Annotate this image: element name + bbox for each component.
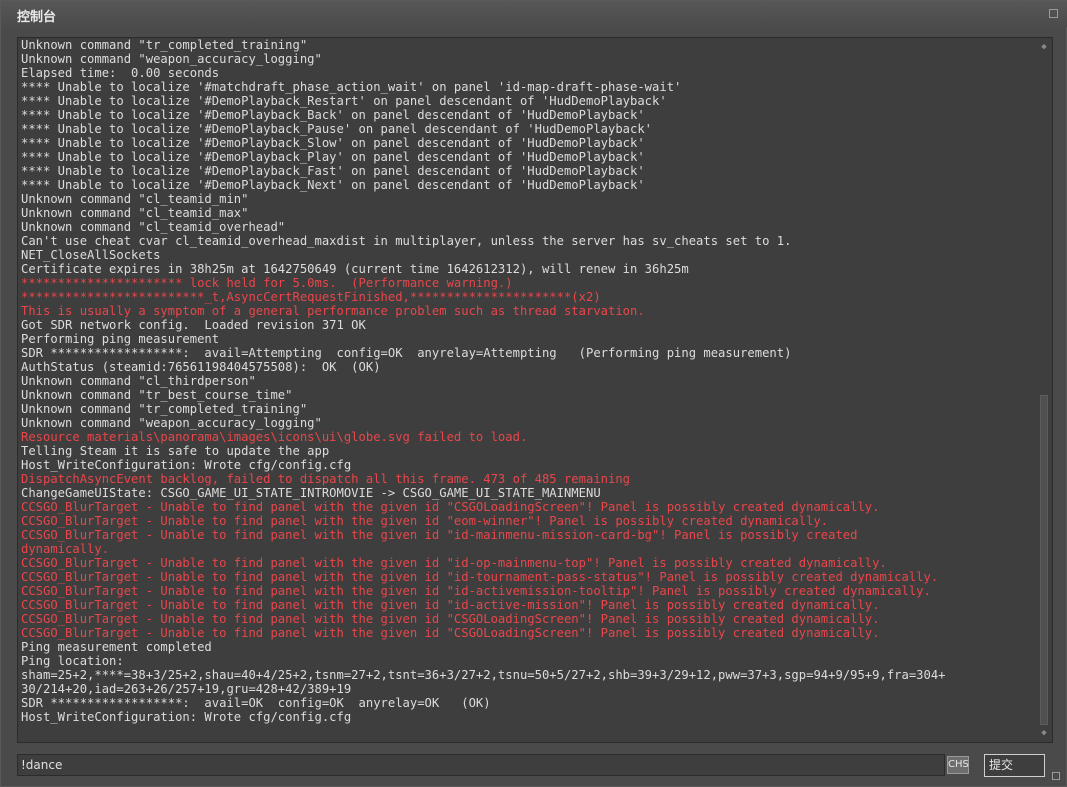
log-line-error: CCSGO_BlurTarget - Unable to find panel … [21,584,931,598]
log-line-error: CCSGO_BlurTarget - Unable to find panel … [21,612,880,626]
log-line: SDR ******************: avail=Attempting… [21,346,792,360]
log-line: Host_WriteConfiguration: Wrote cfg/confi… [21,458,352,472]
log-line: Got SDR network config. Loaded revision … [21,318,366,332]
log-line-error: Resource materials\panorama\images\icons… [21,430,528,444]
log-line: 30/214+20,iad=263+26/257+19,gru=428+42/3… [21,682,352,696]
log-line-error: CCSGO_BlurTarget - Unable to find panel … [21,598,880,612]
log-line: **** Unable to localize '#DemoPlayback_N… [21,178,645,192]
log-line-error: This is usually a symptom of a general p… [21,304,645,318]
log-line: **** Unable to localize '#DemoPlayback_P… [21,122,653,136]
log-line: Unknown command "tr_completed_training" [21,38,308,52]
log-line: Unknown command "weapon_accuracy_logging… [21,52,322,66]
log-line: **** Unable to localize '#DemoPlayback_B… [21,108,645,122]
log-line: sham=25+2,****=38+3/25+2,shau=40+4/25+2,… [21,668,946,682]
log-line-error: CCSGO_BlurTarget - Unable to find panel … [21,500,880,514]
ime-indicator[interactable]: CHS [947,756,969,774]
log-line: **** Unable to localize '#DemoPlayback_P… [21,150,645,164]
log-line: Unknown command "cl_teamid_min" [21,192,249,206]
log-line: **** Unable to localize '#DemoPlayback_S… [21,136,645,150]
log-line: **** Unable to localize '#DemoPlayback_R… [21,94,667,108]
command-input-value: !dance [21,758,63,772]
maximize-icon[interactable] [1049,9,1058,18]
scroll-thumb[interactable] [1040,395,1048,725]
log-line-error: CCSGO_BlurTarget - Unable to find panel … [21,528,858,542]
log-line: Unknown command "tr_best_course_time" [21,388,293,402]
log-line: Host_WriteConfiguration: Wrote cfg/confi… [21,710,352,724]
log-line: ChangeGameUIState: CSGO_GAME_UI_STATE_IN… [21,486,601,500]
log-line: **** Unable to localize '#DemoPlayback_F… [21,164,645,178]
command-input[interactable]: !dance [17,754,945,776]
log-line-error: DispatchAsyncEvent backlog, failed to di… [21,472,631,486]
log-line: Certificate expires in 38h25m at 1642750… [21,262,689,276]
log-line: Ping location: [21,654,124,668]
log-line-error: CCSGO_BlurTarget - Unable to find panel … [21,514,829,528]
log-line: Telling Steam it is safe to update the a… [21,444,330,458]
scroll-down-icon[interactable]: ◆ [1039,728,1049,738]
console-log[interactable]: Unknown command "tr_completed_training" U… [17,37,1053,743]
log-line: Can't use cheat cvar cl_teamid_overhead_… [21,234,792,248]
log-line: Unknown command "weapon_accuracy_logging… [21,416,322,430]
log-line: Unknown command "tr_completed_training" [21,402,308,416]
log-line: Performing ping measurement [21,332,220,346]
scroll-up-icon[interactable]: ◆ [1039,42,1049,52]
log-line-error: dynamically. [21,542,110,556]
log-line: **** Unable to localize '#matchdraft_pha… [21,80,682,94]
log-line: Ping measurement completed [21,640,212,654]
window-title: 控制台 [17,10,57,25]
log-line-error: CCSGO_BlurTarget - Unable to find panel … [21,626,880,640]
log-line: SDR ******************: avail=OK config=… [21,696,491,710]
log-line-error: CCSGO_BlurTarget - Unable to find panel … [21,556,887,570]
console-window: 控制台 Unknown command "tr_completed_traini… [0,0,1067,787]
log-line: AuthStatus (steamid:76561198404575508): … [21,360,381,374]
log-line-error: ********************** lock held for 5.0… [21,276,513,290]
log-line-error: CCSGO_BlurTarget - Unable to find panel … [21,570,939,584]
log-line: Unknown command "cl_teamid_max" [21,206,249,220]
title-bar[interactable]: 控制台 [1,1,1067,27]
submit-button[interactable]: 提交 [984,754,1045,777]
log-line: NET_CloseAllSockets [21,248,161,262]
scrollbar[interactable]: ◆ ◆ [1038,40,1050,740]
resize-handle-icon[interactable] [1052,772,1060,780]
log-line: Unknown command "cl_thirdperson" [21,374,256,388]
log-line: Unknown command "cl_teamid_overhead" [21,220,286,234]
log-line: Elapsed time: 0.00 seconds [21,66,220,80]
log-line-error: *************************_t,AsyncCertReq… [21,290,601,304]
console-log-lines: Unknown command "tr_completed_training" U… [21,38,1036,724]
